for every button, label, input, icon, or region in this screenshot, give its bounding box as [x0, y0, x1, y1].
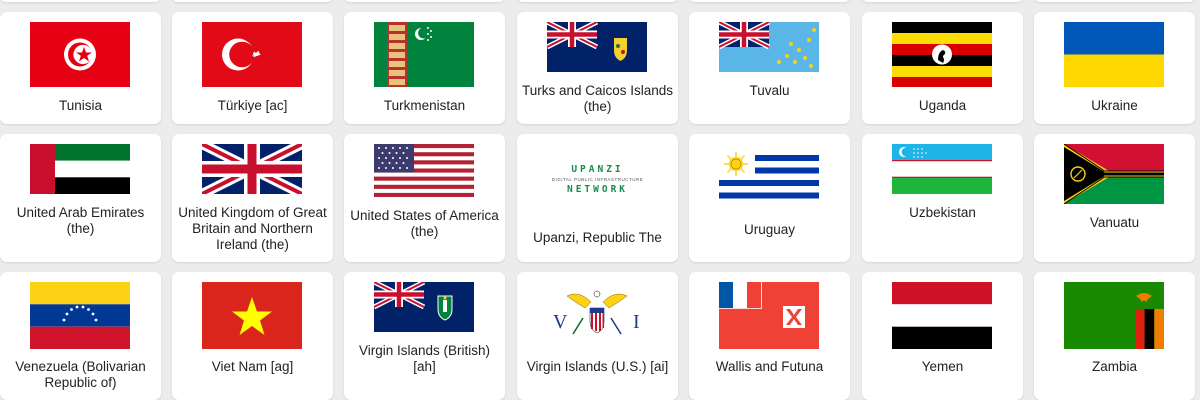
country-card-turkiye[interactable]: Türkiye [ac] [172, 12, 333, 124]
country-name: Ukraine [1091, 98, 1138, 113]
country-name: Venezuela (Bolivarian Republic of) [15, 359, 146, 390]
country-card-tunisia[interactable]: Tunisia [0, 12, 161, 124]
country-name: Virgin Islands (U.S.) [ai] [526, 359, 669, 374]
country-name: Upanzi, Republic The [533, 230, 662, 245]
uzbekistan-flag [892, 144, 992, 194]
usa-flag [374, 144, 474, 197]
country-card-wallis-futuna[interactable]: Wallis and Futuna [689, 272, 850, 400]
svg-text:I: I [633, 311, 640, 333]
turks-caicos-flag [547, 22, 647, 72]
turkmenistan-flag [374, 22, 474, 87]
uae-flag [30, 144, 130, 194]
country-card-yemen[interactable]: Yemen [862, 272, 1023, 400]
country-name: Türkiye [ac] [217, 98, 288, 113]
uk-flag [202, 144, 302, 194]
country-card-uae[interactable]: United Arab Emirates (the) [0, 134, 161, 262]
country-name: United Arab Emirates (the) [16, 205, 145, 236]
country-card-tuvalu[interactable]: Tuvalu [689, 12, 850, 124]
country-name: Yemen [921, 359, 964, 374]
country-card-zambia[interactable]: Zambia [1034, 272, 1195, 400]
country-card-bvi[interactable]: Virgin Islands (British) [ah] [344, 272, 505, 400]
country-name: Vanuatu [1089, 215, 1140, 230]
zambia-flag [1064, 282, 1164, 349]
country-card-vietnam[interactable]: Viet Nam [ag] [172, 272, 333, 400]
country-card-turks-caicos[interactable]: Turks and Caicos Islands (the) [517, 12, 678, 124]
country-card-vanuatu[interactable]: Vanuatu [1034, 134, 1195, 262]
country-name: Uruguay [743, 222, 796, 237]
svg-text:V: V [553, 311, 568, 333]
country-card-venezuela[interactable]: Venezuela (Bolivarian Republic of) [0, 272, 161, 400]
partial-card[interactable] [1034, 0, 1195, 2]
country-name: Uzbekistan [909, 205, 976, 220]
partial-card[interactable] [344, 0, 505, 2]
partial-card[interactable] [0, 0, 161, 2]
partial-card[interactable] [689, 0, 850, 2]
wallis-futuna-flag [719, 282, 819, 349]
vanuatu-flag [1064, 144, 1164, 204]
country-name: Zambia [1091, 359, 1137, 374]
country-name: Wallis and Futuna [715, 359, 824, 374]
partial-card[interactable] [862, 0, 1023, 2]
country-name: Tunisia [58, 98, 103, 113]
yemen-flag [892, 282, 992, 349]
country-name: Virgin Islands (British) [ah] [358, 343, 491, 374]
uruguay-flag [719, 149, 819, 204]
country-name: United States of America (the) [350, 208, 499, 239]
country-card-usa[interactable]: United States of America (the) [344, 134, 505, 262]
country-card-uruguay[interactable]: Uruguay [689, 134, 850, 262]
country-card-upanzi[interactable]: UPANZI DIGITAL PUBLIC INFRASTRUCTURE NET… [517, 134, 678, 262]
country-card-uganda[interactable]: Uganda [862, 12, 1023, 124]
country-card-uk[interactable]: United Kingdom of Great Britain and Nort… [172, 134, 333, 262]
country-card-turkmenistan[interactable]: Turkmenistan [344, 12, 505, 124]
vietnam-flag [202, 282, 302, 349]
country-name: Viet Nam [ag] [211, 359, 294, 374]
tuvalu-flag [719, 22, 819, 72]
country-name: Tuvalu [749, 83, 790, 98]
venezuela-flag [30, 282, 130, 349]
country-name: Turkmenistan [383, 98, 466, 113]
turkiye-flag [202, 22, 302, 87]
country-name: United Kingdom of Great Britain and Nort… [178, 205, 327, 252]
tunisia-flag [30, 22, 130, 87]
country-card-uzbekistan[interactable]: Uzbekistan [862, 134, 1023, 262]
ukraine-flag [1064, 22, 1164, 87]
country-name: Turks and Caicos Islands (the) [521, 83, 674, 114]
partial-card[interactable] [517, 0, 678, 2]
bvi-flag [374, 282, 474, 332]
country-card-usvi[interactable]: VI Virgin Islands (U.S.) [ai] [517, 272, 678, 400]
country-card-ukraine[interactable]: Ukraine [1034, 12, 1195, 124]
partial-card[interactable] [172, 0, 333, 2]
upanzi-logo: UPANZI DIGITAL PUBLIC INFRASTRUCTURE NET… [551, 164, 644, 195]
country-name: Uganda [918, 98, 967, 113]
uganda-flag [892, 22, 992, 87]
usvi-flag: VI [547, 282, 647, 349]
